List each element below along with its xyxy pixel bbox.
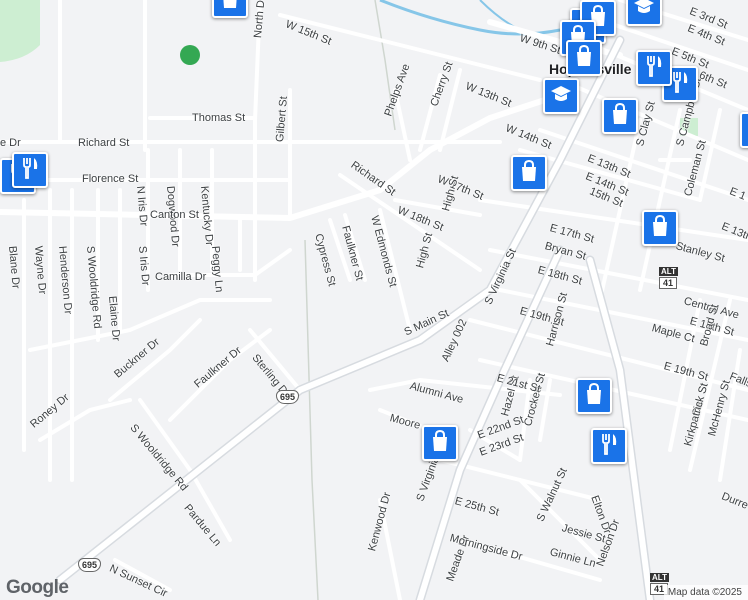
- park-area: [0, 0, 40, 62]
- route-shield: 695: [276, 390, 300, 404]
- street-label: Camilla Dr: [155, 271, 207, 283]
- shopping-bag-icon: [584, 382, 604, 410]
- shopping-bag-icon: [430, 429, 450, 457]
- street-label: Canton St: [150, 209, 199, 221]
- restaurant-icon: [670, 71, 690, 98]
- shopping-bag-icon: [650, 214, 670, 242]
- park-icon: [180, 45, 200, 65]
- route-alt-tag: ALT: [659, 267, 678, 276]
- shopping-bag-pin[interactable]: [602, 98, 638, 134]
- map-view[interactable]: W 15th St W 9th St North Dr Thomas St Richar…: [0, 0, 748, 600]
- shopping-bag-pin[interactable]: [212, 0, 248, 18]
- street-label: Thomas St: [192, 112, 246, 124]
- restaurant-pin[interactable]: [591, 428, 627, 464]
- map-attribution[interactable]: Map data ©2025: [663, 585, 748, 600]
- shopping-bag-icon: [574, 44, 594, 72]
- shopping-bag-pin[interactable]: [642, 210, 678, 246]
- restaurant-icon: [20, 157, 40, 184]
- restaurant-pin[interactable]: [636, 50, 672, 86]
- school-pin[interactable]: [543, 78, 579, 114]
- restaurant-pin[interactable]: [12, 152, 48, 188]
- shopping-bag-icon: [220, 0, 240, 14]
- rail-line: [304, 239, 319, 600]
- restaurant-icon: [599, 433, 619, 460]
- shopping-bag-pin[interactable]: [511, 155, 547, 191]
- route-shield: 41: [659, 277, 678, 289]
- street-label: e Dr: [0, 137, 21, 149]
- map-attribution-text: Map data ©2025: [667, 587, 742, 598]
- creek: [379, 0, 561, 36]
- shopping-bag-pin[interactable]: [422, 425, 458, 461]
- school-icon: [550, 84, 572, 109]
- shopping-bag-icon: [519, 159, 539, 187]
- school-pin[interactable]: [740, 112, 748, 148]
- school-pin[interactable]: [626, 0, 662, 26]
- route-alt-tag: ALT: [650, 573, 669, 582]
- shopping-bag-pin[interactable]: [566, 40, 602, 76]
- route-shield: 695: [78, 558, 102, 572]
- school-icon: [633, 0, 655, 21]
- google-logo: Google: [6, 577, 69, 598]
- shopping-bag-pin[interactable]: [576, 378, 612, 414]
- restaurant-icon: [644, 55, 664, 82]
- street-label: Florence St: [82, 173, 139, 185]
- shopping-bag-icon: [610, 102, 630, 130]
- street-label: Richard St: [78, 137, 130, 149]
